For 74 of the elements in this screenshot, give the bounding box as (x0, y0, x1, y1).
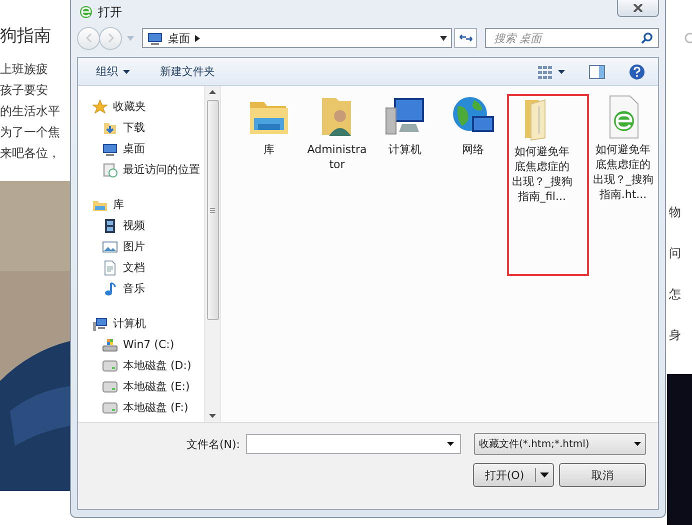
sidebar-item[interactable]: 文档 (92, 257, 204, 278)
chevron-icon[interactable] (195, 34, 200, 42)
close-icon (633, 4, 643, 12)
link-text[interactable]: 物 (667, 204, 692, 221)
article-text: 孩子要安 (0, 82, 49, 98)
search-field[interactable]: 搜索 桌面 (485, 28, 659, 48)
drive-icon (102, 400, 118, 416)
file-item[interactable]: 如何避免年底焦虑症的出现？_搜狗指南_fil... (507, 94, 589, 276)
sidebar-item[interactable]: 最近访问的位置 (92, 159, 204, 180)
link-text[interactable]: 问 (667, 245, 692, 262)
address-bar[interactable]: 桌面 (142, 28, 452, 48)
help-icon (629, 64, 645, 80)
browser-e-icon (79, 5, 93, 19)
document-icon (102, 260, 118, 276)
sidebar-item[interactable]: 计算机 (92, 313, 204, 334)
caret-icon (123, 70, 130, 74)
article-text: 为了一个焦 (0, 124, 61, 140)
cancel-button[interactable]: 取消 (559, 463, 646, 487)
open-button[interactable]: 打开(O) (473, 463, 554, 487)
refresh-icon (458, 33, 472, 43)
scrollbar[interactable] (204, 86, 220, 422)
sidebar-item[interactable]: 本地磁盘 (D:) (92, 355, 204, 376)
preview-pane-button[interactable] (586, 62, 608, 80)
sidebar-item[interactable]: 桌面 (92, 138, 204, 159)
new-folder-button[interactable]: 新建文件夹 (156, 62, 219, 81)
filename-label: 文件名(N): (186, 436, 240, 452)
refresh-button[interactable] (454, 28, 477, 48)
breadcrumb-item[interactable]: 桌面 (168, 30, 190, 46)
picture-frame-icon (102, 238, 118, 254)
sidebar-item[interactable]: 本地磁盘 (E:) (92, 376, 204, 397)
scroll-thumb[interactable] (206, 100, 218, 320)
sidebar-item[interactable]: 库 (92, 194, 204, 215)
file-item[interactable]: 库 (235, 94, 303, 157)
link-text[interactable]: 怎 (667, 286, 692, 303)
file-item[interactable]: 计算机 (371, 94, 439, 157)
monitor-icon (147, 30, 163, 46)
grip-icon (210, 208, 215, 212)
link-text[interactable]: 身 (667, 327, 692, 344)
drive-icon (102, 358, 118, 374)
sidebar-item[interactable]: 本地磁盘 (F:) (92, 397, 204, 418)
drive-icon (102, 378, 118, 394)
file-item[interactable]: Administrator (303, 94, 371, 172)
sidebar-item[interactable]: 视频 (92, 215, 204, 236)
file-type-dropdown[interactable]: 收藏文件(*.htm;*.html) (474, 433, 646, 455)
sidebar-item[interactable]: 图片 (92, 236, 204, 257)
preview-pane-icon (589, 64, 605, 78)
caret-icon (558, 70, 565, 74)
search-icon[interactable] (641, 32, 653, 44)
close-button[interactable] (617, 0, 659, 17)
caret-icon (634, 442, 641, 446)
document-clock-icon (102, 162, 118, 178)
caret-icon[interactable] (440, 36, 447, 40)
filename-field[interactable] (246, 434, 461, 454)
computer-icon (92, 316, 108, 332)
file-item[interactable]: 如何避免年底焦虑症的出现？_搜狗指南.ht... (589, 94, 657, 202)
music-note-icon (102, 280, 118, 296)
article-text: 来吧各位， (0, 145, 61, 161)
grid-view-icon (537, 64, 553, 78)
sidebar-item[interactable]: 下载 (92, 117, 204, 138)
drive-windows-icon (102, 336, 118, 352)
caret-icon[interactable] (447, 442, 454, 446)
window-title: 打开 (98, 4, 122, 20)
scroll-up-icon[interactable] (209, 90, 216, 94)
page-heading: 狗指南 (0, 25, 52, 47)
file-item[interactable]: 网络 (439, 94, 507, 157)
film-icon (102, 218, 118, 234)
sidebar-item[interactable]: 收藏夹 (92, 96, 204, 117)
sidebar-item[interactable]: Win7 (C:) (92, 334, 204, 355)
sidebar-item[interactable]: 音乐 (92, 278, 204, 299)
article-text: 的生活水平 (0, 103, 61, 119)
article-text: 上班族疲 (0, 61, 49, 77)
star-icon (92, 98, 108, 114)
organize-menu[interactable]: 组织 (92, 62, 134, 81)
scroll-down-icon[interactable] (209, 414, 216, 418)
